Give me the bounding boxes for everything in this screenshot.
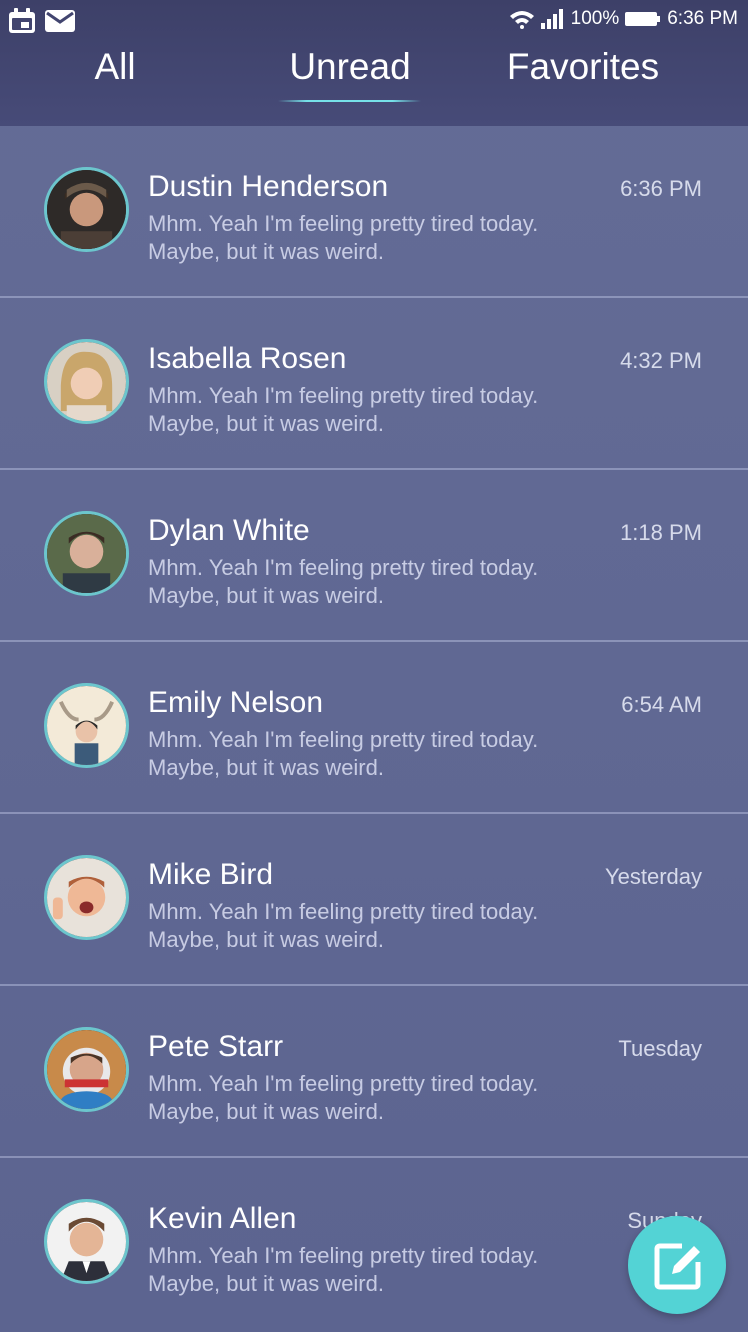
- signal-icon: [540, 9, 565, 29]
- contact-name: Emily Nelson: [148, 686, 324, 719]
- message-preview-line1: Mhm. Yeah I'm feeling pretty tired today…: [148, 899, 539, 924]
- message-preview-line1: Mhm. Yeah I'm feeling pretty tired today…: [148, 555, 539, 580]
- message-time: Tuesday: [618, 1036, 702, 1061]
- contact-name: Kevin Allen: [148, 1202, 297, 1235]
- tab-all[interactable]: All: [60, 46, 170, 88]
- message-time: 4:32 PM: [620, 348, 702, 373]
- message-preview-line1: Mhm. Yeah I'm feeling pretty tired today…: [148, 383, 539, 408]
- message-preview-line2: Maybe, but it was weird.: [148, 239, 384, 264]
- battery-percent: 100%: [570, 8, 620, 29]
- message-preview-line2: Maybe, but it was weird.: [148, 755, 384, 780]
- avatar: [44, 167, 129, 252]
- contact-name: Pete Starr: [148, 1030, 284, 1063]
- message-time: 6:54 AM: [621, 692, 702, 717]
- conversation-list: Dustin Henderson 6:36 PM Mhm. Yeah I'm f…: [0, 126, 748, 1330]
- status-time: 6:36 PM: [667, 8, 738, 29]
- message-preview-line2: Maybe, but it was weird.: [148, 1271, 384, 1296]
- avatar: [44, 1199, 129, 1284]
- tab-favorites[interactable]: Favorites: [488, 46, 678, 88]
- message-preview-line2: Maybe, but it was weird.: [148, 1099, 384, 1124]
- contact-name: Dylan White: [148, 514, 310, 547]
- message-preview-line1: Mhm. Yeah I'm feeling pretty tired today…: [148, 727, 539, 752]
- avatar: [44, 511, 129, 596]
- avatar: [44, 1027, 129, 1112]
- avatar: [44, 339, 129, 424]
- message-preview-line2: Maybe, but it was weird.: [148, 583, 384, 608]
- header: 100% 6:36 PM All Unread Favorites: [0, 0, 748, 126]
- list-item[interactable]: Dustin Henderson 6:36 PM Mhm. Yeah I'm f…: [0, 126, 748, 298]
- compose-button[interactable]: [628, 1216, 726, 1314]
- list-item[interactable]: Pete Starr Tuesday Mhm. Yeah I'm feeling…: [0, 986, 748, 1158]
- message-preview-line1: Mhm. Yeah I'm feeling pretty tired today…: [148, 211, 539, 236]
- message-preview-line1: Mhm. Yeah I'm feeling pretty tired today…: [148, 1243, 539, 1268]
- avatar: [44, 855, 129, 940]
- messages-screen: 100% 6:36 PM All Unread Favorites Dustin…: [0, 0, 748, 1332]
- message-preview-line1: Mhm. Yeah I'm feeling pretty tired today…: [148, 1071, 539, 1096]
- message-time: 1:18 PM: [620, 520, 702, 545]
- list-item[interactable]: Mike Bird Yesterday Mhm. Yeah I'm feelin…: [0, 814, 748, 986]
- contact-name: Dustin Henderson: [148, 170, 389, 203]
- mail-icon: [44, 8, 76, 39]
- calendar-icon: [8, 8, 36, 39]
- tab-unread[interactable]: Unread: [270, 46, 430, 88]
- list-item[interactable]: Isabella Rosen 4:32 PM Mhm. Yeah I'm fee…: [0, 298, 748, 470]
- contact-name: Mike Bird: [148, 858, 274, 891]
- message-time: 6:36 PM: [620, 176, 702, 201]
- avatar: [44, 683, 129, 768]
- status-bar: 100% 6:36 PM: [0, 0, 748, 42]
- message-preview-line2: Maybe, but it was weird.: [148, 411, 384, 436]
- wifi-icon: [509, 9, 535, 29]
- battery-icon: [625, 10, 661, 28]
- active-tab-indicator: [278, 100, 421, 102]
- list-item[interactable]: Dylan White 1:18 PM Mhm. Yeah I'm feelin…: [0, 470, 748, 642]
- tab-bar: All Unread Favorites: [0, 46, 748, 106]
- message-preview-line2: Maybe, but it was weird.: [148, 927, 384, 952]
- message-time: Yesterday: [604, 864, 702, 889]
- contact-name: Isabella Rosen: [148, 342, 347, 375]
- list-item[interactable]: Emily Nelson 6:54 AM Mhm. Yeah I'm feeli…: [0, 642, 748, 814]
